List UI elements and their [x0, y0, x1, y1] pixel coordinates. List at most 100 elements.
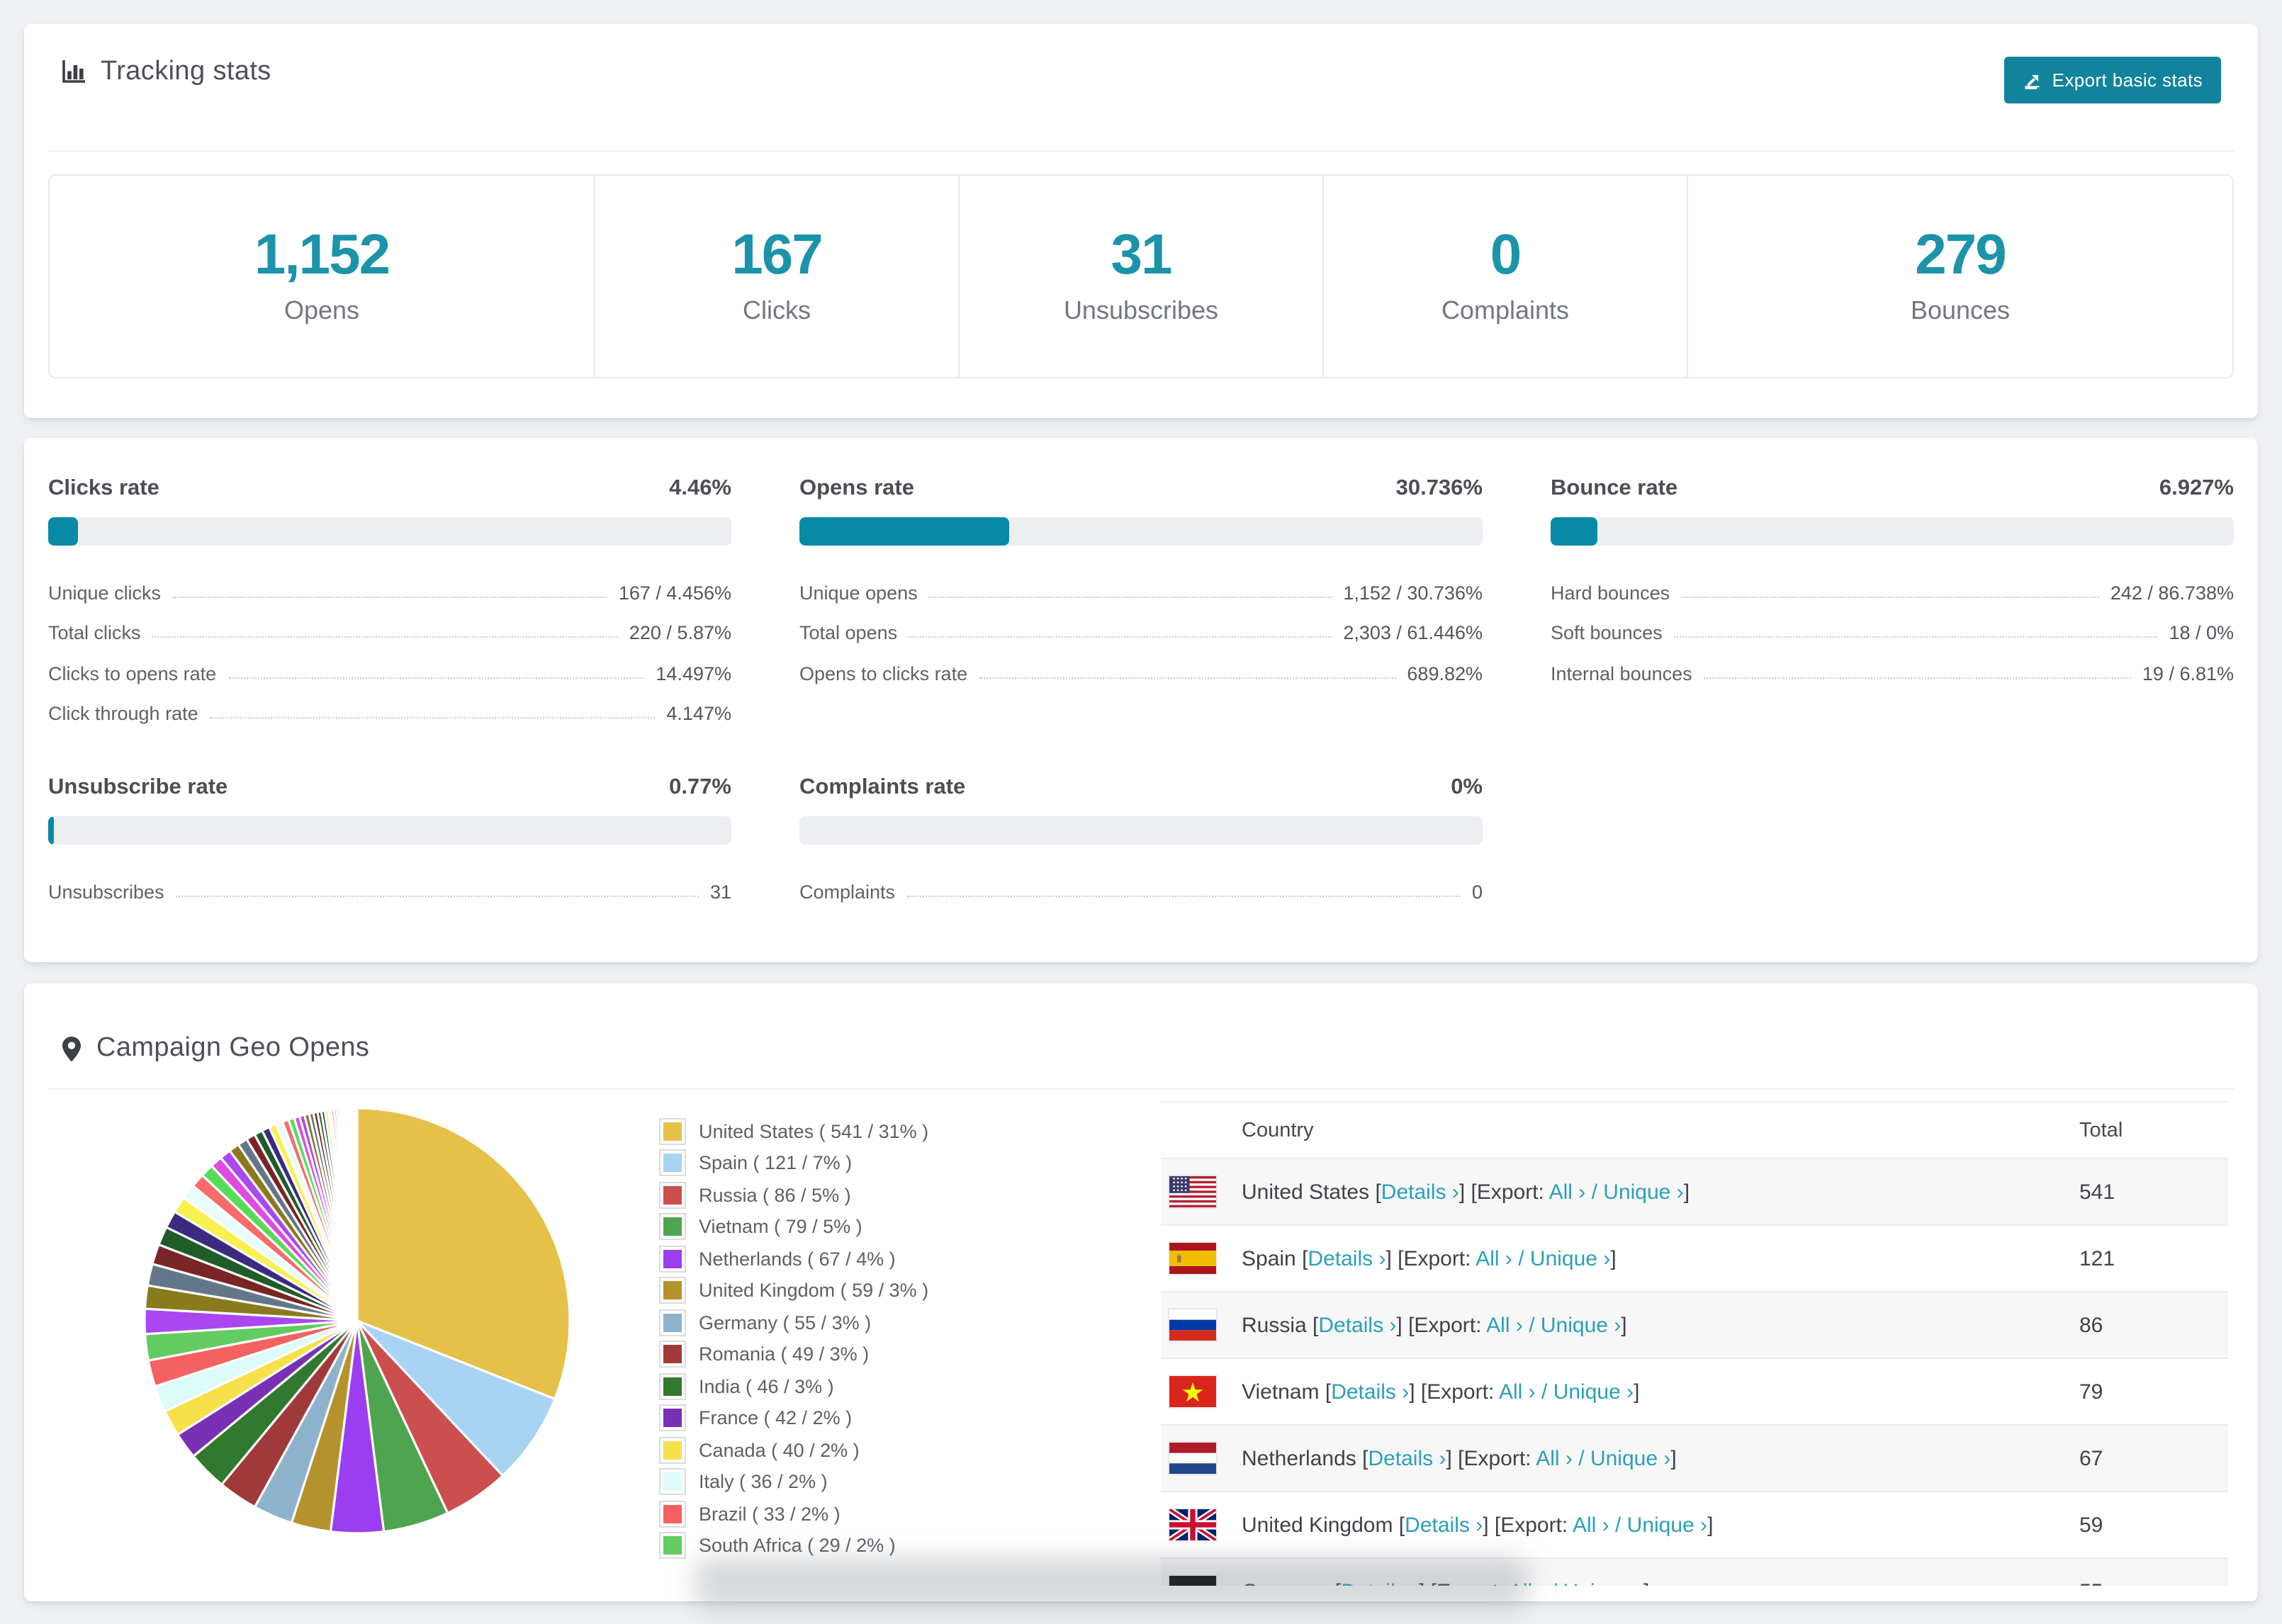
geo-table-row-russia: Russia [Details ›] [Export: All › / Uniq…	[1161, 1291, 2228, 1358]
rate-title: Bounce rate	[1551, 476, 1678, 500]
stat-value: 1,152	[254, 224, 390, 286]
legend-swatch	[659, 1372, 686, 1400]
total-cell: 86	[2079, 1291, 2228, 1358]
legend-item-united-kingdom: United Kingdom ( 59 / 3% )	[659, 1275, 1161, 1307]
export-unique-link[interactable]: Unique ›	[1627, 1513, 1707, 1537]
progress-bar	[799, 816, 1483, 845]
legend-swatch	[659, 1309, 686, 1336]
dashboard-page: Tracking stats Export basic stats 1,152 …	[0, 0, 2282, 1624]
export-all-link[interactable]: All ›	[1549, 1180, 1586, 1204]
column-header-total: Total	[2079, 1119, 2123, 1141]
rate-detail-value: 19 / 6.81%	[2142, 662, 2234, 684]
progress-bar	[48, 517, 731, 546]
rate-detail-row: Unique opens 1,152 / 30.736%	[799, 563, 1483, 603]
rate-detail-row: Internal bounces 19 / 6.81%	[1551, 643, 2234, 684]
total-cell: 79	[2079, 1358, 2228, 1425]
export-all-link[interactable]: All ›	[1499, 1380, 1536, 1404]
export-unique-link[interactable]: Unique ›	[1603, 1180, 1683, 1204]
rate-detail-row: Total opens 2,303 / 61.446%	[799, 603, 1483, 643]
legend-item-vietnam: Vietnam ( 79 / 5% )	[659, 1211, 1161, 1243]
details-link[interactable]: Details ›	[1308, 1246, 1386, 1270]
rate-value: 6.927%	[2159, 476, 2234, 500]
rate-detail-label: Unique clicks	[48, 582, 162, 603]
export-unique-link[interactable]: Unique ›	[1553, 1380, 1634, 1404]
export-unique-link[interactable]: Unique ›	[1541, 1313, 1621, 1337]
country-cell: Netherlands [Details ›] [Export: All › /…	[1242, 1446, 1677, 1470]
export-all-link[interactable]: All ›	[1486, 1313, 1523, 1337]
dotted-leader	[1673, 636, 2158, 638]
geo-table-row-united-kingdom: United Kingdom [Details ›] [Export: All …	[1161, 1491, 2228, 1558]
legend-label: India ( 46 / 3% )	[699, 1375, 834, 1397]
legend-item-south-africa: South Africa ( 29 / 2% )	[659, 1530, 1161, 1562]
geo-header: Campaign Geo Opens	[24, 983, 2258, 1064]
tracking-stats-card: Tracking stats Export basic stats 1,152 …	[24, 24, 2258, 418]
export-all-link[interactable]: All ›	[1476, 1246, 1512, 1270]
stat-value: 0	[1490, 224, 1522, 286]
pie-legend: United States ( 541 / 31% ) Spain ( 121 …	[659, 1115, 1161, 1562]
pie-chart-svg[interactable]	[137, 1101, 577, 1540]
legend-label: Russia ( 86 / 5% )	[699, 1184, 851, 1206]
rate-detail-row: Complaints 0	[799, 862, 1483, 902]
rate-detail-row: Click through rate 4.147%	[48, 684, 731, 724]
legend-swatch	[659, 1500, 686, 1528]
legend-swatch	[659, 1468, 686, 1496]
details-link[interactable]: Details ›	[1318, 1313, 1396, 1337]
rate-detail-value: 689.82%	[1407, 662, 1483, 684]
rate-detail-value: 31	[709, 881, 731, 902]
export-basic-stats-button[interactable]: Export basic stats	[2003, 57, 2221, 103]
details-link[interactable]: Details ›	[1341, 1579, 1419, 1586]
details-link[interactable]: Details ›	[1405, 1513, 1483, 1537]
stat-label: Opens	[283, 296, 360, 325]
summary-stat-complaints: 0 Complaints	[1322, 176, 1687, 377]
map-pin-icon	[61, 1035, 82, 1062]
geo-table-row-germany: Germany [Details ›] [Export: All › / Uni…	[1161, 1557, 2228, 1586]
export-all-link[interactable]: All ›	[1509, 1579, 1546, 1586]
legend-label: United States ( 541 / 31% )	[699, 1120, 929, 1142]
legend-item-germany: Germany ( 55 / 3% )	[659, 1307, 1161, 1338]
flag-icon-gb	[1169, 1509, 1216, 1540]
legend-label: France ( 42 / 2% )	[699, 1407, 853, 1429]
rate-detail-row: Total clicks 220 / 5.87%	[48, 603, 731, 643]
flag-icon-de	[1169, 1576, 1216, 1586]
legend-swatch	[659, 1341, 686, 1368]
legend-label: Canada ( 40 / 2% )	[699, 1439, 860, 1461]
geo-table-row-united-states: United States [Details ›] [Export: All ›…	[1161, 1158, 2228, 1225]
flag-icon-us	[1169, 1176, 1216, 1207]
legend-swatch	[659, 1277, 686, 1304]
geo-table-row-netherlands: Netherlands [Details ›] [Export: All › /…	[1161, 1424, 2228, 1492]
export-unique-link[interactable]: Unique ›	[1530, 1246, 1610, 1270]
export-unique-link[interactable]: Unique ›	[1563, 1579, 1643, 1586]
flag-icon-vn	[1169, 1376, 1216, 1407]
geo-table-header-row: Country Total	[1161, 1102, 2228, 1158]
rate-detail-label: Click through rate	[48, 703, 198, 724]
rate-detail-value: 18 / 0%	[2169, 622, 2234, 643]
dotted-leader	[928, 596, 1332, 597]
legend-item-brazil: Brazil ( 33 / 2% )	[659, 1498, 1161, 1530]
rate-detail-value: 0	[1471, 881, 1483, 902]
export-all-link[interactable]: All ›	[1536, 1446, 1573, 1470]
flag-icon-ru	[1169, 1309, 1216, 1341]
dotted-leader	[1681, 596, 2099, 597]
rate-detail-label: Soft bounces	[1551, 622, 1663, 643]
rate-detail-row: Hard bounces 242 / 86.738%	[1551, 563, 2234, 603]
legend-label: Italy ( 36 / 2% )	[699, 1471, 828, 1493]
legend-label: Netherlands ( 67 / 4% )	[699, 1248, 896, 1270]
rate-title: Clicks rate	[48, 476, 159, 500]
legend-swatch	[659, 1181, 686, 1209]
page-title: Tracking stats	[101, 57, 271, 86]
export-unique-link[interactable]: Unique ›	[1590, 1446, 1670, 1470]
rate-panel-opens-rate: Opens rate 30.736% Unique opens 1,152 / …	[799, 476, 1483, 724]
legend-label: Spain ( 121 / 7% )	[699, 1152, 853, 1174]
legend-item-france: France ( 42 / 2% )	[659, 1402, 1161, 1434]
details-link[interactable]: Details ›	[1368, 1446, 1446, 1470]
total-cell: 59	[2079, 1491, 2228, 1558]
stat-value: 279	[1915, 224, 2006, 286]
legend-label: Vietnam ( 79 / 5% )	[699, 1216, 862, 1238]
legend-item-spain: Spain ( 121 / 7% )	[659, 1147, 1161, 1179]
details-link[interactable]: Details ›	[1381, 1180, 1459, 1204]
bar-chart-icon	[61, 60, 86, 85]
details-link[interactable]: Details ›	[1331, 1380, 1409, 1404]
legend-item-russia: Russia ( 86 / 5% )	[659, 1179, 1161, 1211]
dotted-leader	[979, 677, 1396, 678]
export-all-link[interactable]: All ›	[1573, 1513, 1609, 1537]
